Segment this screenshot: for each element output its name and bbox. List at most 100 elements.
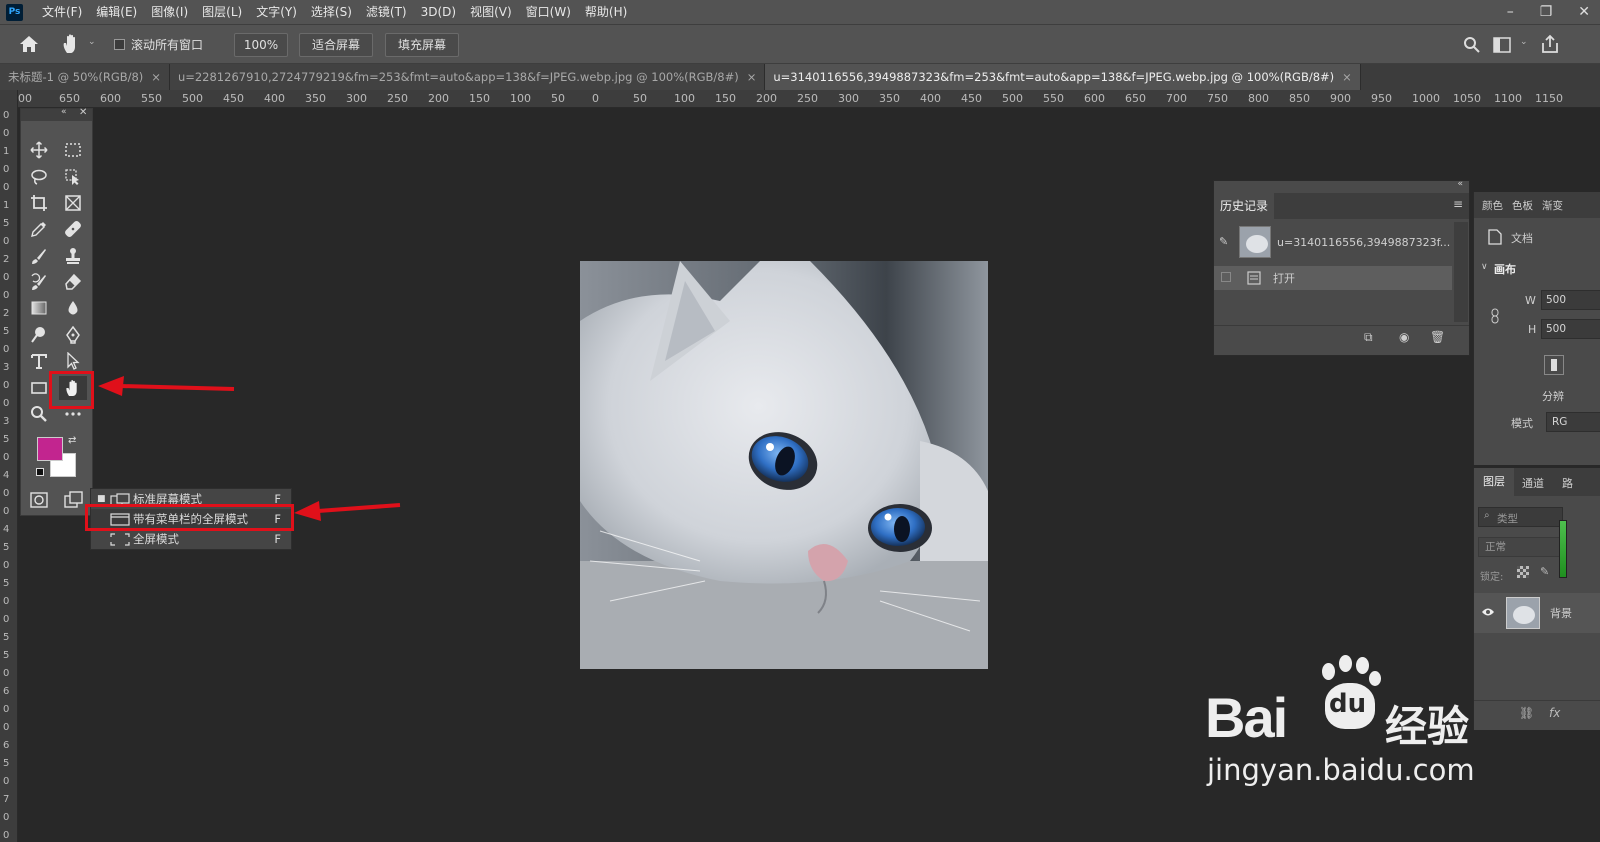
menu-view[interactable]: 视图(V): [463, 0, 519, 24]
tab-image-3140116556[interactable]: u=3140116556,3949887323&fm=253&fmt=auto&…: [765, 64, 1361, 90]
menu-type[interactable]: 文字(Y): [249, 0, 304, 24]
menu-filter[interactable]: 滤镜(T): [359, 0, 414, 24]
eyedropper-icon[interactable]: [25, 217, 53, 241]
gradient-icon[interactable]: [25, 296, 53, 320]
close-icon[interactable]: ×: [747, 70, 757, 84]
menu-file[interactable]: 文件(F): [35, 0, 89, 24]
brush-icon[interactable]: [25, 244, 53, 268]
tab-image-2281267910[interactable]: u=2281267910,2724779219&fm=253&fmt=auto&…: [169, 64, 766, 90]
menu-layer[interactable]: 图层(L): [195, 0, 249, 24]
tab-gradient[interactable]: 渐变: [1542, 198, 1563, 213]
pen-icon[interactable]: [59, 323, 87, 347]
panel-menu-icon[interactable]: ≡: [1453, 197, 1463, 211]
stamp-icon[interactable]: [59, 244, 87, 268]
tab-untitled[interactable]: 未标题-1 @ 50%(RGB/8) ×: [0, 64, 170, 90]
close-icon[interactable]: ×: [1342, 70, 1352, 84]
eraser-icon[interactable]: [59, 270, 87, 294]
width-field[interactable]: 500: [1541, 290, 1600, 310]
chevron-down-icon[interactable]: ⌄: [88, 37, 96, 47]
object-select-icon[interactable]: [59, 165, 87, 189]
menu-bar: Ps 文件(F) 编辑(E) 图像(I) 图层(L) 文字(Y) 选择(S) 滤…: [0, 0, 1600, 24]
fill-screen-button[interactable]: 填充屏幕: [385, 33, 459, 57]
chevron-down-icon[interactable]: ∨: [1481, 262, 1488, 272]
foreground-color-swatch[interactable]: [37, 437, 63, 461]
collapse-icon[interactable]: «: [61, 107, 67, 117]
menu-3d[interactable]: 3D(D): [414, 0, 463, 24]
lock-paint-icon[interactable]: ✎: [1540, 565, 1549, 578]
vertical-ruler[interactable]: 0 0 1 0 0 1 5 0 2 0 0 2 5 0 3 0 0 3 5 0 4 0 0 4 5 0 5 0 0 5 5 0 6 0 0 6 5 0 7 0…: [0, 90, 18, 842]
height-field[interactable]: 500: [1541, 319, 1600, 339]
fx-icon[interactable]: fx: [1549, 706, 1560, 720]
path-select-icon[interactable]: [59, 349, 87, 373]
close-icon[interactable]: ✕: [1578, 4, 1590, 20]
ruler-label: 5: [3, 326, 10, 337]
fit-screen-button[interactable]: 适合屏幕: [299, 33, 373, 57]
ruler-label: 400: [920, 92, 941, 105]
orientation-icon[interactable]: [1544, 355, 1564, 375]
quick-mask-icon[interactable]: [30, 492, 48, 508]
frame-icon[interactable]: [59, 191, 87, 215]
menu-select[interactable]: 选择(S): [304, 0, 359, 24]
ruler-label: 6: [3, 740, 10, 751]
document-canvas[interactable]: [580, 261, 988, 669]
tab-layers[interactable]: 图层: [1474, 468, 1514, 496]
mode-select[interactable]: RG: [1546, 412, 1600, 432]
trash-icon[interactable]: 🗑: [1430, 330, 1445, 344]
eye-icon[interactable]: [1481, 607, 1495, 617]
tab-channels[interactable]: 通道: [1522, 475, 1544, 491]
menu-window[interactable]: 窗口(W): [519, 0, 578, 24]
marquee-icon[interactable]: [59, 138, 87, 162]
share-icon[interactable]: [1540, 34, 1560, 54]
ruler-label: 2: [3, 254, 10, 265]
menu-help[interactable]: 帮助(H): [578, 0, 634, 24]
crop-icon[interactable]: [25, 191, 53, 215]
history-brush-icon[interactable]: [25, 270, 53, 294]
tab-swatches[interactable]: 色板: [1512, 198, 1533, 213]
dodge-icon[interactable]: [25, 323, 53, 347]
horizontal-ruler[interactable]: 00 650 600 550 500 450 400 350 300 250 200 150 100 50…: [18, 90, 1600, 108]
history-snapshot[interactable]: ✎ u=3140116556,3949887323f...: [1214, 222, 1452, 264]
blur-icon[interactable]: [59, 296, 87, 320]
link-layers-icon[interactable]: ⛓: [1519, 706, 1534, 720]
workspace-icon[interactable]: [1493, 37, 1511, 53]
zoom-percent-button[interactable]: 100%: [234, 33, 288, 57]
healing-icon[interactable]: [59, 217, 87, 241]
scrollbar[interactable]: [1454, 222, 1468, 322]
toolbar-header[interactable]: « ✕: [21, 107, 92, 121]
restore-icon[interactable]: ❐: [1540, 4, 1553, 20]
home-icon[interactable]: [19, 35, 39, 53]
link-icon[interactable]: [1490, 308, 1500, 324]
close-icon[interactable]: ✕: [79, 107, 87, 118]
menu-image[interactable]: 图像(I): [144, 0, 195, 24]
default-colors-icon[interactable]: [36, 468, 44, 476]
move-icon[interactable]: [25, 138, 53, 162]
swap-colors-icon[interactable]: ⇄: [68, 435, 76, 446]
blend-mode-select[interactable]: 正常: [1478, 537, 1563, 557]
search-icon[interactable]: [1463, 36, 1481, 54]
type-icon[interactable]: [25, 349, 53, 373]
lock-transparency-icon[interactable]: [1517, 566, 1529, 578]
ruler-label: 4: [3, 524, 10, 535]
menu-item-fullscreen[interactable]: 全屏模式 F: [91, 529, 291, 549]
minimize-icon[interactable]: –: [1507, 4, 1514, 20]
hand-tool-preset-icon[interactable]: [61, 33, 81, 55]
screen-mode-icon[interactable]: [64, 491, 84, 509]
ruler-label: 250: [387, 92, 408, 105]
new-document-from-state-icon[interactable]: ⧉: [1364, 330, 1373, 345]
chevron-down-icon[interactable]: ⌄: [1520, 37, 1528, 47]
tab-paths[interactable]: 路: [1562, 475, 1573, 491]
menu-edit[interactable]: 编辑(E): [89, 0, 144, 24]
layer-row[interactable]: 背景: [1474, 593, 1600, 633]
history-brush-source-icon[interactable]: ✎: [1219, 235, 1228, 248]
collapse-icon[interactable]: «: [1457, 179, 1463, 189]
layer-filter-search[interactable]: ⌕ 类型: [1478, 507, 1563, 527]
close-icon[interactable]: ×: [151, 70, 161, 84]
layer-thumbnail: [1506, 597, 1540, 629]
scroll-all-checkbox[interactable]: [114, 39, 125, 50]
camera-icon[interactable]: ◉: [1399, 330, 1409, 344]
history-step[interactable]: 打开: [1214, 266, 1452, 290]
tab-color[interactable]: 颜色: [1482, 198, 1503, 213]
history-step-checkbox[interactable]: [1221, 272, 1231, 282]
lasso-icon[interactable]: [25, 165, 53, 189]
tab-history[interactable]: 历史记录: [1214, 193, 1274, 219]
